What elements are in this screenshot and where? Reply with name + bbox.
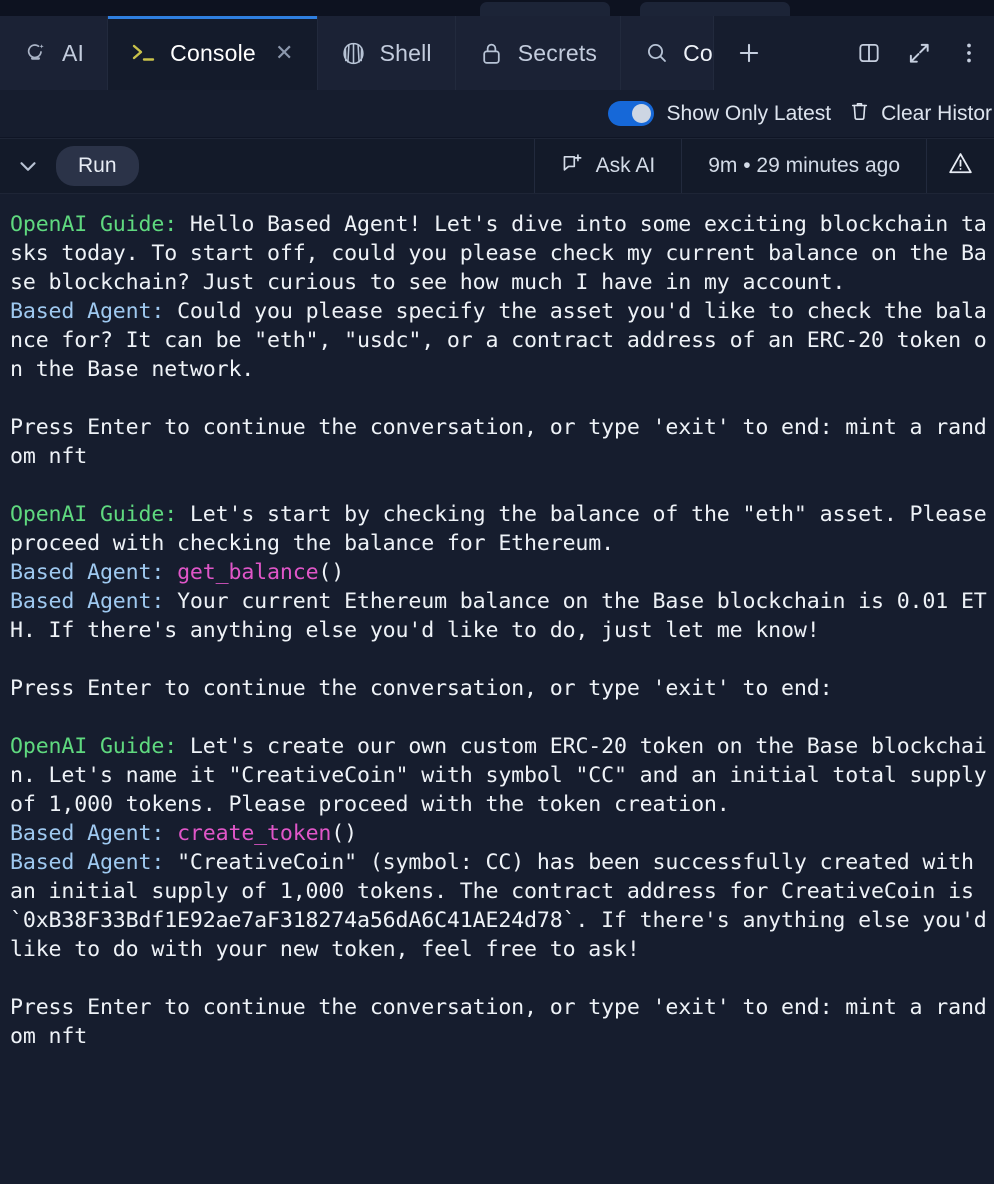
search-icon: [644, 40, 670, 66]
tab-label: AI: [62, 39, 85, 66]
shell-icon: [341, 40, 367, 66]
console-line: Press Enter to continue the conversation…: [10, 674, 990, 703]
toggle-switch[interactable]: [607, 101, 654, 126]
console-segment-agent: Based Agent:: [10, 850, 178, 875]
warning-button[interactable]: [926, 139, 994, 193]
tab-ai[interactable]: AI: [0, 16, 109, 90]
lock-icon: [479, 40, 505, 66]
chevron-down-icon[interactable]: [0, 139, 56, 193]
run-toolbar: Run Ask AI 9m • 29 minutes ago: [0, 138, 994, 194]
trash-icon: [849, 100, 870, 128]
run-timing: 9m • 29 minutes ago: [681, 139, 926, 193]
console-options-toolbar: Show Only Latest Clear Histor: [0, 90, 994, 138]
console-segment-plain: Press Enter to continue the conversation…: [10, 676, 833, 701]
console-segment-plain: Press Enter to continue the conversation…: [10, 995, 987, 1049]
tab-bar: AI Console ✕ Shell Secrets Co: [0, 16, 994, 90]
tab-shell[interactable]: Shell: [317, 16, 456, 90]
console-segment-openai: OpenAI Guide:: [10, 212, 190, 237]
warning-triangle-icon: [947, 150, 974, 183]
console-segment-plain: (): [331, 821, 357, 846]
console-segment-agent: Based Agent:: [10, 299, 178, 324]
console-line: Based Agent: create_token(): [10, 819, 990, 848]
console-line: OpenAI Guide: Hello Based Agent! Let's d…: [10, 210, 990, 297]
clear-history-label: Clear Histor: [881, 101, 992, 125]
tab-label: Console: [170, 39, 256, 66]
console-line: OpenAI Guide: Let's create our own custo…: [10, 732, 990, 819]
tab-bar-actions: [714, 16, 994, 90]
tab-label: Secrets: [517, 39, 598, 66]
plus-icon[interactable]: [724, 28, 774, 78]
toggle-knob: [631, 104, 651, 123]
console-line: Based Agent: get_balance(): [10, 558, 990, 587]
console-output-pane[interactable]: OpenAI Guide: Hello Based Agent! Let's d…: [0, 194, 994, 1184]
console-segment-openai: OpenAI Guide:: [10, 502, 190, 527]
ai-sparkle-icon: [23, 40, 49, 66]
console-line: Based Agent: Could you please specify th…: [10, 297, 990, 384]
console-line: OpenAI Guide: Let's start by checking th…: [10, 500, 990, 558]
console-line: Based Agent: Your current Ethereum balan…: [10, 587, 990, 645]
expand-diagonal-icon[interactable]: [894, 28, 944, 78]
console-line: Based Agent: "CreativeCoin" (symbol: CC)…: [10, 848, 990, 964]
console-line: Press Enter to continue the conversation…: [10, 413, 990, 471]
ask-ai-label: Ask AI: [595, 154, 656, 177]
tab-console[interactable]: Console ✕: [108, 16, 318, 90]
console-line: Press Enter to continue the conversation…: [10, 993, 990, 1051]
close-icon[interactable]: ✕: [275, 42, 294, 64]
console-segment-agent: Based Agent:: [10, 821, 178, 846]
replit-console-window: AI Console ✕ Shell Secrets Co Show Only …: [0, 0, 994, 1184]
run-toolbar-right: Ask AI 9m • 29 minutes ago: [533, 139, 994, 193]
console-segment-openai: OpenAI Guide:: [10, 734, 190, 759]
console-segment-plain: (): [318, 560, 345, 585]
run-timing-label: 9m • 29 minutes ago: [708, 154, 900, 177]
background-tab-ghost: [480, 2, 610, 16]
terminal-prompt-icon: [131, 40, 157, 66]
window-top-strip: [0, 0, 994, 16]
console-segment-agent: Based Agent:: [10, 560, 178, 585]
console-segment-fn: create_token: [177, 821, 332, 846]
show-only-latest-toggle[interactable]: Show Only Latest: [607, 101, 832, 126]
console-segment-plain: Press Enter to continue the conversation…: [10, 415, 987, 469]
console-output-text: OpenAI Guide: Hello Based Agent! Let's d…: [0, 210, 994, 1051]
tab-secrets[interactable]: Secrets: [455, 16, 622, 90]
console-segment-fn: get_balance: [177, 560, 319, 585]
ask-ai-button[interactable]: Ask AI: [533, 139, 682, 193]
clear-history-button[interactable]: Clear Histor: [849, 100, 994, 128]
background-tab-ghost: [640, 2, 790, 16]
tab-search[interactable]: Co: [621, 16, 714, 90]
console-segment-agent: Based Agent:: [10, 589, 178, 614]
show-only-latest-label: Show Only Latest: [666, 101, 832, 125]
tab-label: Shell: [379, 39, 432, 66]
kebab-menu-icon[interactable]: [944, 28, 994, 78]
tab-label: Co: [683, 39, 713, 66]
split-pane-icon[interactable]: [844, 28, 894, 78]
message-plus-icon: [561, 152, 584, 181]
run-button[interactable]: Run: [56, 146, 139, 186]
